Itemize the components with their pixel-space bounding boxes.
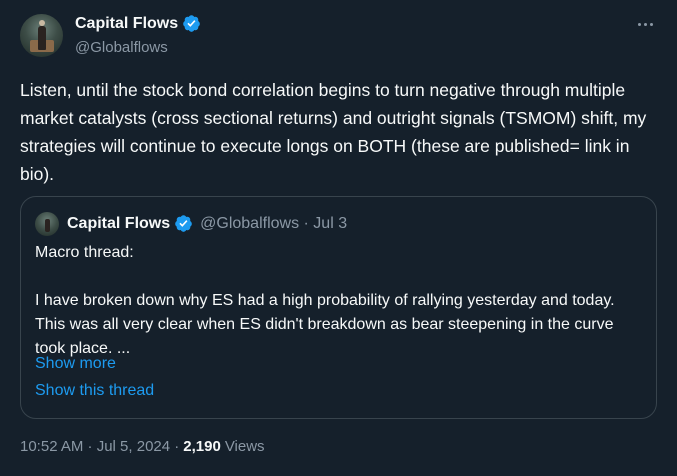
more-dot xyxy=(637,22,641,26)
show-more-link[interactable]: Show more xyxy=(35,355,116,373)
quoted-display-name: Capital Flows xyxy=(67,214,171,232)
avatar-figure-shape xyxy=(45,219,50,232)
more-dot xyxy=(643,22,647,26)
quoted-text: Macro thread: I have broken down why ES … xyxy=(35,244,615,357)
quoted-handle-date: @Globalflows · Jul 3 xyxy=(200,214,348,232)
tweet-card: Capital Flows @Globalflows Listen, until… xyxy=(0,0,677,476)
verified-badge-icon xyxy=(183,15,200,32)
show-thread-link[interactable]: Show this thread xyxy=(35,382,154,400)
views-label: Views xyxy=(224,438,265,455)
tweet-meta: 10:52 AM · Jul 5, 2024 · 2,190 Views xyxy=(20,438,265,455)
more-dot xyxy=(649,22,653,26)
verified-badge-icon xyxy=(175,215,192,232)
author-name-row: Capital Flows xyxy=(75,14,201,33)
author-display-name[interactable]: Capital Flows xyxy=(75,15,178,33)
quoted-tweet[interactable]: Capital Flows @Globalflows · Jul 3 Macro… xyxy=(20,196,657,419)
views-count: 2,190 xyxy=(183,438,221,455)
quoted-author-avatar xyxy=(35,212,59,236)
author-handle[interactable]: @Globalflows xyxy=(75,39,168,56)
avatar-figure-shape xyxy=(38,20,46,50)
tweet-timestamp[interactable]: 10:52 AM · Jul 5, 2024 · xyxy=(20,438,179,455)
tweet-text: Listen, until the stock bond correlation… xyxy=(20,80,652,184)
quoted-header: Capital Flows @Globalflows · Jul 3 xyxy=(67,214,347,233)
author-avatar[interactable] xyxy=(20,14,63,57)
more-options-icon[interactable] xyxy=(635,14,655,34)
